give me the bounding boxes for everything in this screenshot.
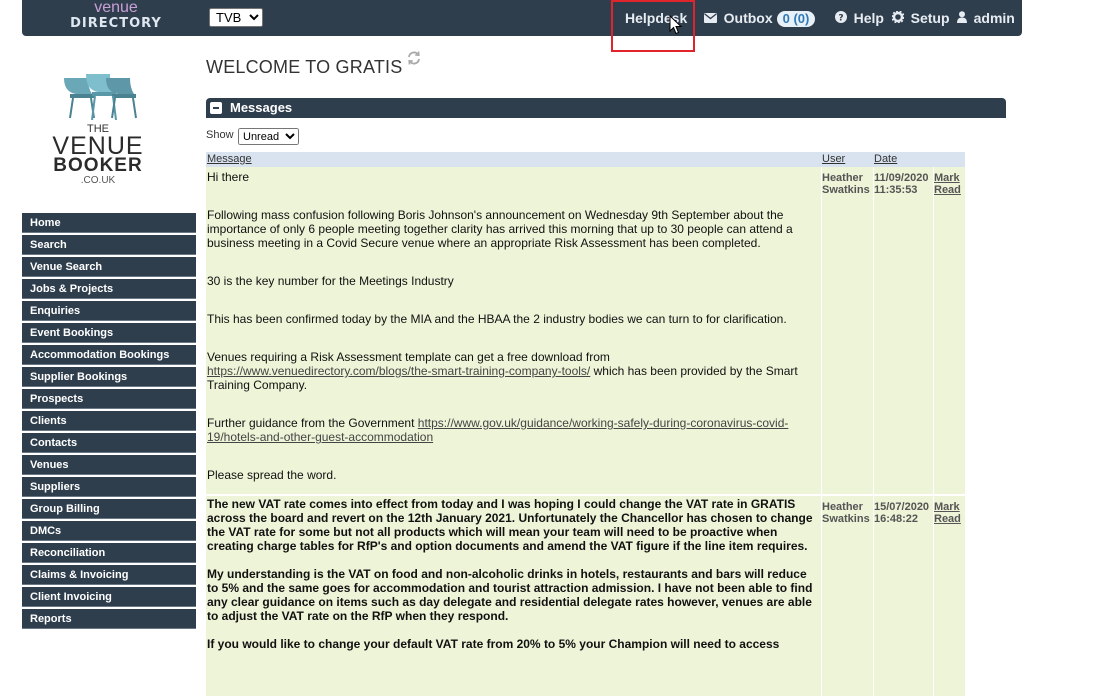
- show-filter-label: Show: [206, 129, 234, 141]
- sidebar-item-group-billing[interactable]: Group Billing: [22, 499, 196, 519]
- refresh-icon[interactable]: [406, 50, 422, 66]
- help-link[interactable]: ? Help: [835, 0, 884, 36]
- sidebar-item-venues[interactable]: Venues: [22, 455, 196, 475]
- mark-read-link[interactable]: Mark Read: [934, 172, 964, 196]
- logo-line-1: venue: [94, 0, 138, 16]
- envelope-icon: [704, 11, 721, 26]
- brand-booker: BOOKER: [53, 155, 143, 176]
- message-text: This has been confirmed today by the MIA…: [207, 312, 787, 326]
- message-text-span: Venues requiring a Risk Assessment templ…: [207, 350, 610, 364]
- company-select[interactable]: TVB: [209, 8, 263, 27]
- sidebar-item-clients[interactable]: Clients: [22, 411, 196, 431]
- gear-icon: [891, 10, 908, 26]
- sidebar-item-reconciliation[interactable]: Reconciliation: [22, 543, 196, 563]
- help-label: Help: [853, 10, 884, 26]
- message-text: If you would like to change your default…: [207, 637, 780, 651]
- column-divider: [933, 167, 934, 494]
- message-date-day: 15/07/2020: [874, 501, 930, 513]
- sidebar-item-event-bookings[interactable]: Event Bookings: [22, 323, 196, 343]
- sidebar-item-venue-search[interactable]: Venue Search: [22, 257, 196, 277]
- setup-label: Setup: [910, 10, 950, 26]
- column-divider: [821, 167, 822, 494]
- messages-panel-title: Messages: [230, 100, 293, 115]
- question-circle-icon: ?: [835, 11, 851, 26]
- messages-panel-header: Messages: [206, 98, 1006, 118]
- message-date-time: 16:48:22: [874, 513, 919, 525]
- table-header: Message User Date: [206, 152, 965, 167]
- top-navigation-bar: venue DIRECTORY TVB Helpdesk Outbox 0 (0)…: [22, 0, 1022, 36]
- message-date: 11/09/2020 11:35:53: [874, 172, 934, 196]
- venue-booker-logo[interactable]: THE VENUE BOOKER .CO.UK: [46, 68, 150, 188]
- show-filter-select[interactable]: Unread: [238, 128, 299, 145]
- collapse-minus-icon[interactable]: [210, 102, 222, 114]
- column-divider: [933, 496, 934, 696]
- sidebar-item-home[interactable]: Home: [22, 213, 196, 233]
- message-user: Heather Swatkins: [822, 172, 870, 196]
- message-text: Venues requiring a Risk Assessment templ…: [207, 350, 821, 392]
- sidebar-item-dmcs[interactable]: DMCs: [22, 521, 196, 541]
- outbox-count-badge: 0 (0): [776, 11, 816, 27]
- risk-assessment-link[interactable]: https://www.venuedirectory.com/blogs/the…: [207, 364, 590, 378]
- column-divider: [873, 167, 874, 494]
- setup-link[interactable]: Setup: [891, 0, 950, 36]
- message-user: Heather Swatkins: [822, 501, 870, 525]
- sidebar-item-enquiries[interactable]: Enquiries: [22, 301, 196, 321]
- outbox-label: Outbox: [723, 10, 773, 26]
- user-menu[interactable]: admin: [957, 0, 1015, 36]
- sidebar-item-prospects[interactable]: Prospects: [22, 389, 196, 409]
- chairs-icon: [64, 74, 137, 121]
- message-text: Hi there: [207, 170, 250, 184]
- sidebar-item-search[interactable]: Search: [22, 235, 196, 255]
- column-header-message[interactable]: Message: [207, 152, 252, 167]
- sidebar-menu: Home Search Venue Search Jobs & Projects…: [22, 213, 196, 631]
- message-text: Please spread the word.: [207, 468, 337, 482]
- table-row: Hi there Following mass confusion follow…: [206, 167, 965, 494]
- sidebar-item-accommodation-bookings[interactable]: Accommodation Bookings: [22, 345, 196, 365]
- user-label: admin: [973, 10, 1015, 26]
- column-divider: [821, 496, 822, 696]
- sidebar-item-client-invoicing[interactable]: Client Invoicing: [22, 587, 196, 607]
- message-date: 15/07/2020 16:48:22: [874, 501, 934, 525]
- message-date-day: 11/09/2020: [874, 172, 929, 184]
- message-text: My understanding is the VAT on food and …: [207, 567, 813, 623]
- svg-text:?: ?: [838, 14, 843, 24]
- message-text: Following mass confusion following Boris…: [207, 208, 793, 250]
- outbox-link[interactable]: Outbox 0 (0): [704, 0, 816, 36]
- sidebar-item-reports[interactable]: Reports: [22, 609, 196, 629]
- column-header-date[interactable]: Date: [874, 152, 897, 167]
- column-divider: [873, 496, 874, 696]
- mouse-cursor-icon: [669, 14, 683, 35]
- table-row: The new VAT rate comes into effect from …: [206, 496, 965, 696]
- message-text: Further guidance from the Government htt…: [207, 416, 821, 444]
- user-icon: [957, 11, 971, 26]
- message-text-span: Further guidance from the Government: [207, 416, 418, 430]
- logo-line-2: DIRECTORY: [70, 16, 162, 31]
- message-date-time: 11:35:53: [874, 184, 918, 196]
- sidebar-item-suppliers[interactable]: Suppliers: [22, 477, 196, 497]
- sidebar-item-contacts[interactable]: Contacts: [22, 433, 196, 453]
- message-text: The new VAT rate comes into effect from …: [207, 497, 813, 553]
- venue-directory-logo[interactable]: venue DIRECTORY: [68, 0, 164, 34]
- sidebar-item-claims-invoicing[interactable]: Claims & Invoicing: [22, 565, 196, 585]
- column-header-user[interactable]: User: [822, 152, 845, 167]
- sidebar-item-jobs-projects[interactable]: Jobs & Projects: [22, 279, 196, 299]
- message-text: 30 is the key number for the Meetings In…: [207, 274, 454, 288]
- mark-read-link[interactable]: Mark Read: [934, 501, 964, 525]
- messages-table: Message User Date Hi there Following mas…: [206, 152, 965, 696]
- message-cell: Hi there Following mass confusion follow…: [206, 167, 821, 482]
- brand-domain: .CO.UK: [80, 175, 116, 186]
- page-title: WELCOME TO GRATIS: [206, 57, 403, 77]
- message-cell: The new VAT rate comes into effect from …: [206, 496, 821, 651]
- sidebar-item-supplier-bookings[interactable]: Supplier Bookings: [22, 367, 196, 387]
